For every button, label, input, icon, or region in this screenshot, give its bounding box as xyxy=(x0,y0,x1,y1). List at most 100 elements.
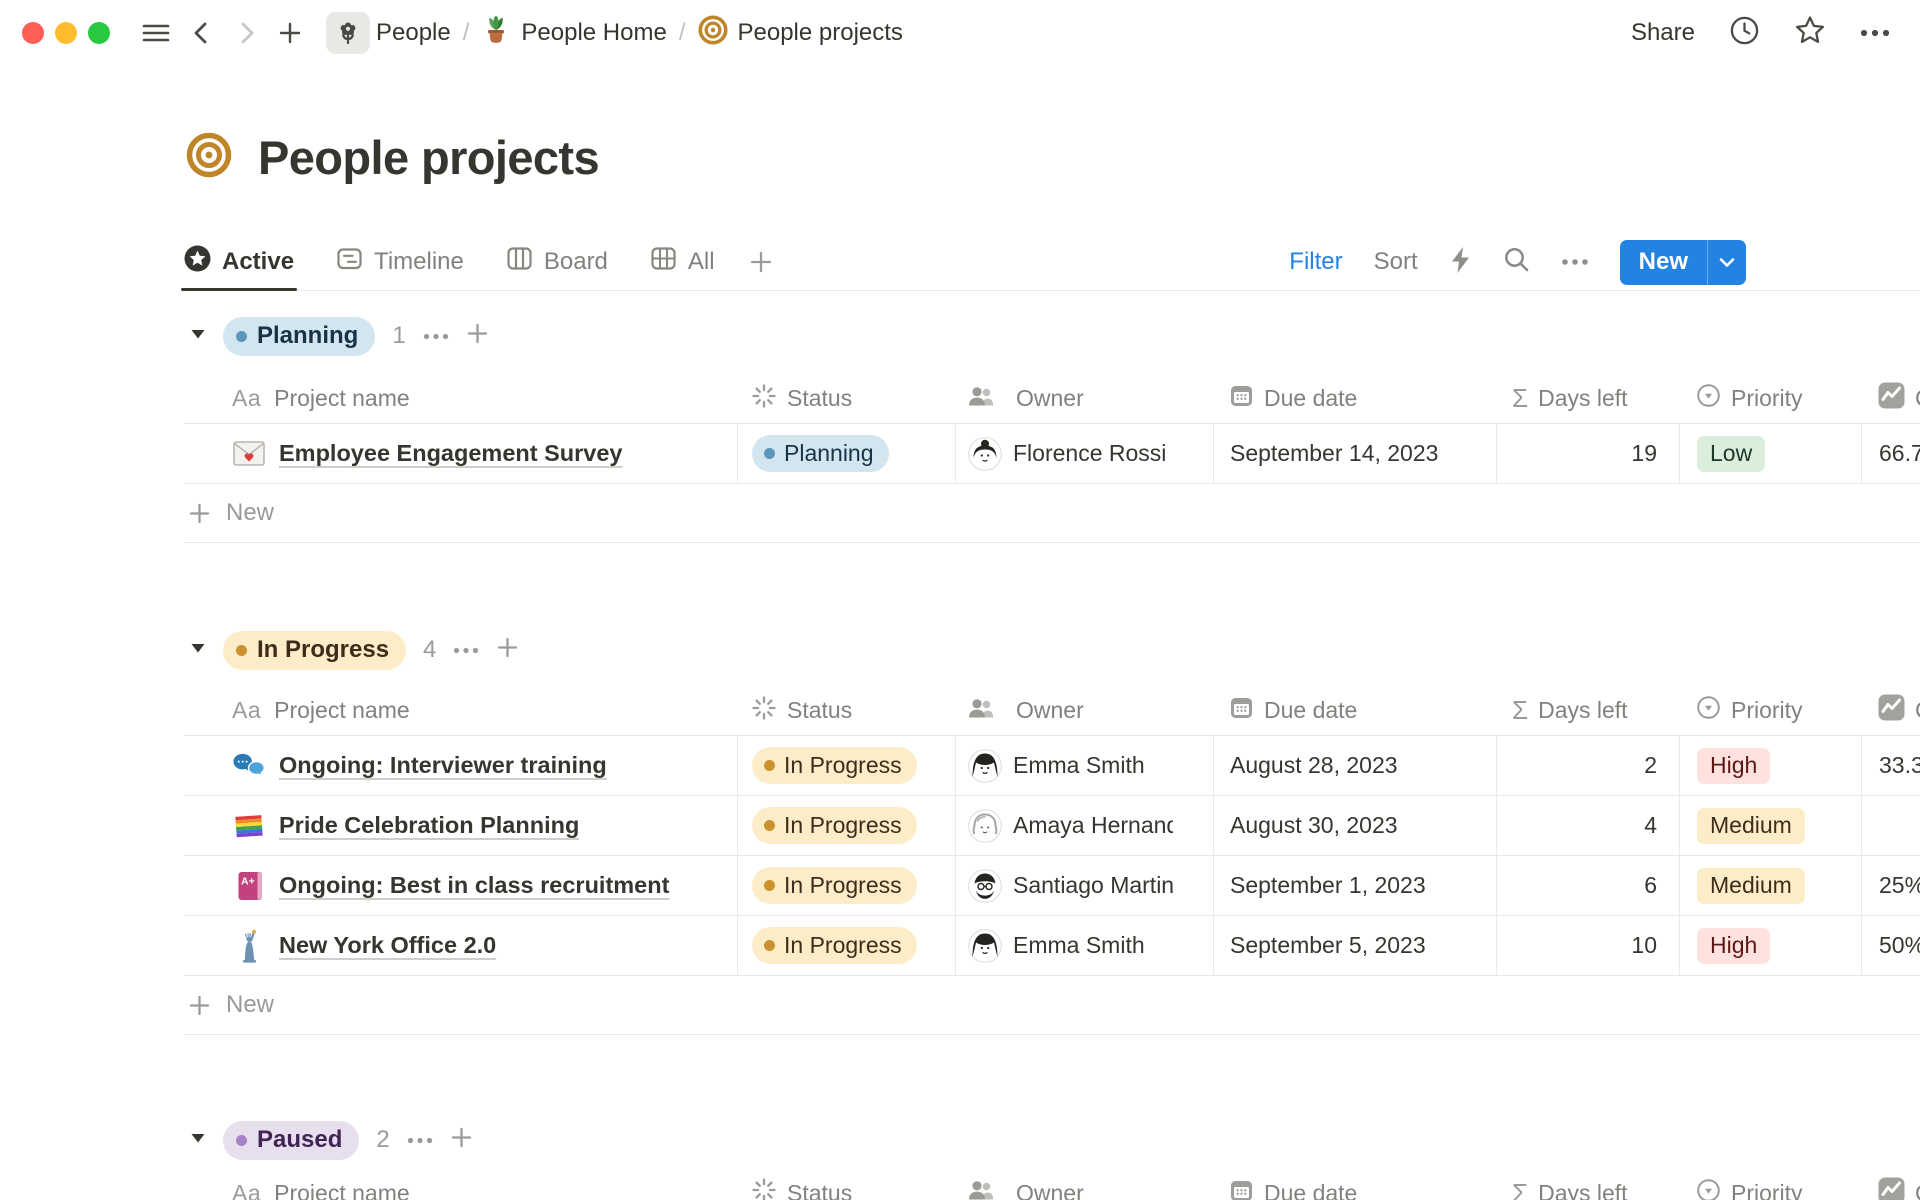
minimize-button[interactable] xyxy=(55,22,77,44)
project-name-link[interactable]: Ongoing: Interviewer training xyxy=(279,752,607,779)
cell-owner[interactable]: Emma Smith xyxy=(955,736,1213,795)
project-name-link[interactable]: Ongoing: Best in class recruitment xyxy=(279,872,669,899)
tab-active[interactable]: Active xyxy=(184,234,294,290)
back-button[interactable] xyxy=(189,20,215,46)
tab-timeline[interactable]: Timeline xyxy=(336,234,464,290)
table-row[interactable]: Ongoing: Interviewer training In Progres… xyxy=(184,736,1920,796)
zoom-button[interactable] xyxy=(88,22,110,44)
column-header-status[interactable]: Status xyxy=(737,686,955,735)
column-header-owner[interactable]: Owner xyxy=(955,374,1213,423)
tab-board[interactable]: Board xyxy=(506,234,608,290)
menu-icon[interactable] xyxy=(141,20,171,46)
column-header-completion[interactable]: C xyxy=(1861,374,1920,423)
star-icon[interactable] xyxy=(1794,15,1826,51)
cell-owner[interactable]: Santiago Martinez xyxy=(955,856,1213,915)
table-row[interactable]: A+ Ongoing: Best in class recruitment In… xyxy=(184,856,1920,916)
cell-completion[interactable]: 25% xyxy=(1861,856,1920,915)
column-header-name[interactable]: Aa Project name xyxy=(184,374,737,423)
cell-owner[interactable]: Emma Smith xyxy=(955,916,1213,975)
column-header-name[interactable]: Aa Project name xyxy=(184,1168,737,1200)
cell-owner[interactable]: Amaya Hernandez xyxy=(955,796,1213,855)
more-ellipsis-icon[interactable] xyxy=(1860,24,1890,42)
page-target-icon[interactable] xyxy=(186,132,232,183)
column-header-due-date[interactable]: Due date xyxy=(1213,374,1496,423)
group-pill-in-progress[interactable]: In Progress xyxy=(223,631,406,670)
column-header-owner[interactable]: Owner xyxy=(955,686,1213,735)
cell-priority[interactable]: Medium xyxy=(1679,796,1861,855)
clock-icon[interactable] xyxy=(1729,15,1760,51)
cell-due-date[interactable]: August 28, 2023 xyxy=(1213,736,1496,795)
group-more-icon[interactable] xyxy=(423,327,449,345)
new-tab-button[interactable] xyxy=(277,20,303,46)
cell-completion[interactable]: 66.7% xyxy=(1861,424,1920,483)
cell-days-left[interactable]: 6 xyxy=(1496,856,1679,915)
new-row-button[interactable]: New xyxy=(184,976,1920,1035)
cell-status[interactable]: In Progress xyxy=(737,856,955,915)
project-name-link[interactable]: Pride Celebration Planning xyxy=(279,812,579,839)
column-header-days-left[interactable]: Σ Days left xyxy=(1496,374,1679,423)
view-options-ellipsis-icon[interactable] xyxy=(1561,253,1589,271)
new-row-button[interactable]: New xyxy=(184,484,1920,543)
cell-project-name[interactable]: New York Office 2.0 xyxy=(184,916,737,975)
column-header-due-date[interactable]: Due date xyxy=(1213,1168,1496,1200)
column-header-completion[interactable]: C xyxy=(1861,686,1920,735)
column-header-priority[interactable]: Priority xyxy=(1679,1168,1861,1200)
tab-all[interactable]: All xyxy=(650,234,715,290)
group-add-icon[interactable] xyxy=(496,636,519,664)
cell-due-date[interactable]: September 1, 2023 xyxy=(1213,856,1496,915)
group-pill-paused[interactable]: Paused xyxy=(223,1121,359,1160)
group-add-icon[interactable] xyxy=(450,1126,473,1154)
group-add-icon[interactable] xyxy=(466,322,489,350)
cell-days-left[interactable]: 4 xyxy=(1496,796,1679,855)
cell-project-name[interactable]: Ongoing: Interviewer training xyxy=(184,736,737,795)
group-more-icon[interactable] xyxy=(453,641,479,659)
group-toggle-icon[interactable] xyxy=(190,1131,206,1149)
forward-button[interactable] xyxy=(233,20,259,46)
column-header-completion[interactable]: C xyxy=(1861,1168,1920,1200)
cell-days-left[interactable]: 10 xyxy=(1496,916,1679,975)
group-toggle-icon[interactable] xyxy=(190,327,206,345)
breadcrumb-people-home[interactable]: People Home xyxy=(481,14,666,53)
cell-days-left[interactable]: 19 xyxy=(1496,424,1679,483)
column-header-name[interactable]: Aa Project name xyxy=(184,686,737,735)
group-more-icon[interactable] xyxy=(407,1131,433,1149)
column-header-days-left[interactable]: Σ Days left xyxy=(1496,686,1679,735)
share-button[interactable]: Share xyxy=(1631,19,1695,47)
cell-status[interactable]: In Progress xyxy=(737,736,955,795)
cell-project-name[interactable]: Employee Engagement Survey xyxy=(184,424,737,483)
group-toggle-icon[interactable] xyxy=(190,641,206,659)
cell-due-date[interactable]: August 30, 2023 xyxy=(1213,796,1496,855)
column-header-priority[interactable]: Priority xyxy=(1679,374,1861,423)
cell-status[interactable]: In Progress xyxy=(737,916,955,975)
cell-priority[interactable]: High xyxy=(1679,916,1861,975)
cell-completion[interactable]: 33.3% xyxy=(1861,736,1920,795)
cell-days-left[interactable]: 2 xyxy=(1496,736,1679,795)
column-header-status[interactable]: Status xyxy=(737,374,955,423)
cell-due-date[interactable]: September 14, 2023 xyxy=(1213,424,1496,483)
column-header-owner[interactable]: Owner xyxy=(955,1168,1213,1200)
cell-completion[interactable] xyxy=(1861,796,1920,855)
workspace-flower-icon[interactable] xyxy=(326,12,370,54)
sort-button[interactable]: Sort xyxy=(1374,248,1418,276)
column-header-status[interactable]: Status xyxy=(737,1168,955,1200)
table-row[interactable]: Pride Celebration Planning In Progress A… xyxy=(184,796,1920,856)
close-button[interactable] xyxy=(22,22,44,44)
add-view-button[interactable] xyxy=(749,234,773,290)
column-header-priority[interactable]: Priority xyxy=(1679,686,1861,735)
cell-status[interactable]: In Progress xyxy=(737,796,955,855)
breadcrumb-people-projects[interactable]: People projects xyxy=(698,15,903,52)
cell-status[interactable]: Planning xyxy=(737,424,955,483)
table-row[interactable]: Employee Engagement Survey Planning Flor… xyxy=(184,424,1920,484)
project-name-link[interactable]: Employee Engagement Survey xyxy=(279,440,622,467)
group-pill-planning[interactable]: Planning xyxy=(223,317,375,356)
breadcrumb-people[interactable]: People xyxy=(376,19,451,47)
cell-project-name[interactable]: A+ Ongoing: Best in class recruitment xyxy=(184,856,737,915)
cell-priority[interactable]: Medium xyxy=(1679,856,1861,915)
filter-button[interactable]: Filter xyxy=(1289,248,1342,276)
cell-completion[interactable]: 50% xyxy=(1861,916,1920,975)
new-button[interactable]: New xyxy=(1620,240,1707,285)
column-header-due-date[interactable]: Due date xyxy=(1213,686,1496,735)
column-header-days-left[interactable]: Σ Days left xyxy=(1496,1168,1679,1200)
project-name-link[interactable]: New York Office 2.0 xyxy=(279,932,496,959)
new-dropdown-button[interactable] xyxy=(1708,240,1746,285)
